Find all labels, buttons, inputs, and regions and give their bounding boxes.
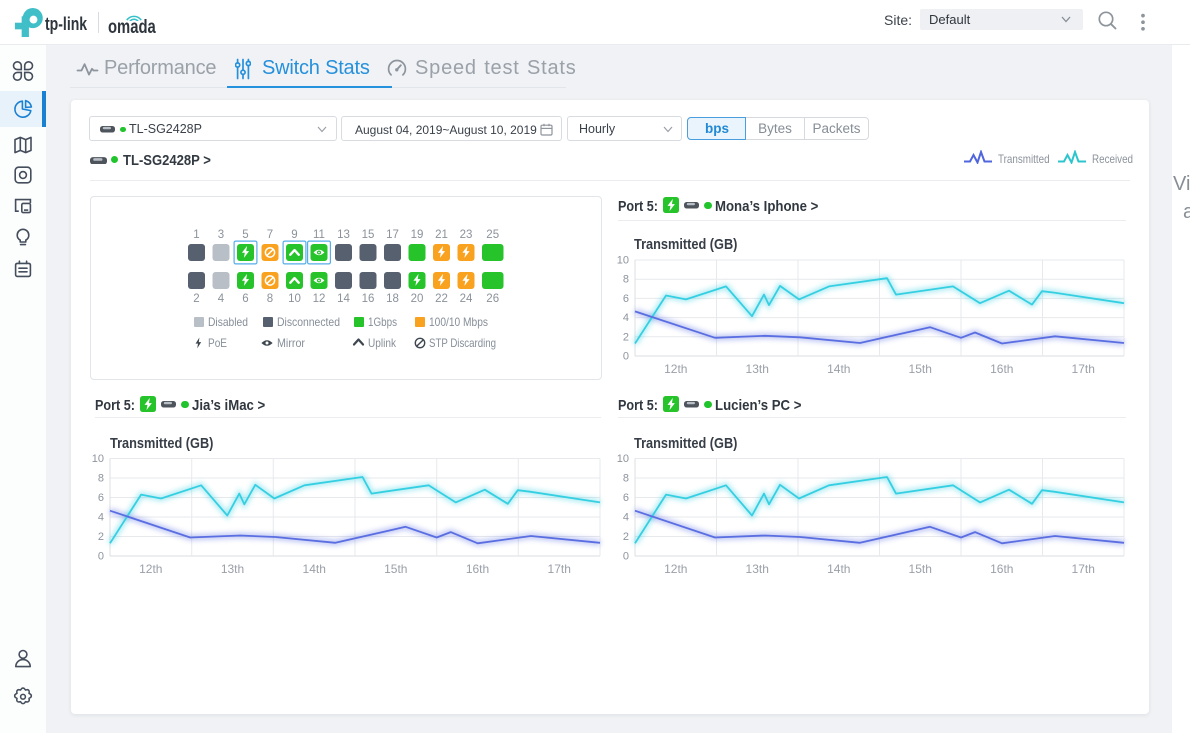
svg-text:8: 8 xyxy=(98,473,104,485)
svg-text:15: 15 xyxy=(362,229,375,241)
svg-text:PoE: PoE xyxy=(208,336,227,350)
svg-text:19: 19 xyxy=(411,229,424,241)
svg-text:1Gbps: 1Gbps xyxy=(368,315,397,329)
svg-text:0: 0 xyxy=(623,351,629,363)
svg-text:10: 10 xyxy=(617,255,629,267)
svg-text:13th: 13th xyxy=(221,562,244,576)
svg-text:13th: 13th xyxy=(746,362,769,376)
svg-text:2: 2 xyxy=(98,531,104,543)
svg-text:8: 8 xyxy=(623,473,629,485)
svg-text:25: 25 xyxy=(486,229,499,241)
svg-text:9: 9 xyxy=(291,229,297,241)
svg-text:16: 16 xyxy=(362,293,375,305)
svg-text:10: 10 xyxy=(617,453,629,465)
svg-text:0: 0 xyxy=(98,551,104,563)
svg-text:20: 20 xyxy=(411,293,424,305)
svg-text:18: 18 xyxy=(386,293,399,305)
svg-text:6: 6 xyxy=(98,492,104,504)
svg-text:15th: 15th xyxy=(909,562,932,576)
svg-text:STP Discarding: STP Discarding xyxy=(429,336,496,350)
svg-text:13th: 13th xyxy=(746,562,769,576)
svg-text:14th: 14th xyxy=(827,562,850,576)
svg-text:1: 1 xyxy=(193,229,199,241)
svg-text:6: 6 xyxy=(242,293,248,305)
svg-text:4: 4 xyxy=(623,512,629,524)
svg-text:14: 14 xyxy=(337,293,350,305)
svg-text:23: 23 xyxy=(460,229,473,241)
svg-text:15th: 15th xyxy=(384,562,407,576)
svg-text:22: 22 xyxy=(435,293,448,305)
svg-text:12th: 12th xyxy=(664,562,687,576)
svg-text:Disabled: Disabled xyxy=(208,315,248,329)
svg-text:2: 2 xyxy=(623,331,629,343)
svg-text:16th: 16th xyxy=(466,562,489,576)
svg-text:2: 2 xyxy=(623,531,629,543)
svg-text:16th: 16th xyxy=(990,362,1013,376)
svg-text:17th: 17th xyxy=(1072,362,1095,376)
svg-text:4: 4 xyxy=(98,512,104,524)
svg-text:Mirror: Mirror xyxy=(277,336,305,350)
svg-text:16th: 16th xyxy=(990,562,1013,576)
svg-text:15th: 15th xyxy=(909,362,932,376)
svg-text:4: 4 xyxy=(623,312,629,324)
svg-text:24: 24 xyxy=(460,293,473,305)
svg-text:12th: 12th xyxy=(139,562,162,576)
svg-text:3: 3 xyxy=(218,229,224,241)
svg-text:12th: 12th xyxy=(664,362,687,376)
svg-text:12: 12 xyxy=(313,293,326,305)
svg-text:5: 5 xyxy=(242,229,248,241)
svg-text:Uplink: Uplink xyxy=(368,336,397,350)
svg-text:7: 7 xyxy=(267,229,273,241)
svg-text:26: 26 xyxy=(486,293,499,305)
svg-text:6: 6 xyxy=(623,492,629,504)
svg-text:0: 0 xyxy=(623,551,629,563)
svg-text:10: 10 xyxy=(288,293,301,305)
svg-text:17th: 17th xyxy=(548,562,571,576)
svg-text:17: 17 xyxy=(386,229,399,241)
svg-text:100/10 Mbps: 100/10 Mbps xyxy=(429,315,488,329)
svg-text:14th: 14th xyxy=(827,362,850,376)
svg-text:11: 11 xyxy=(313,229,325,241)
svg-text:8: 8 xyxy=(267,293,273,305)
svg-text:2: 2 xyxy=(193,293,199,305)
svg-text:21: 21 xyxy=(435,229,448,241)
svg-text:6: 6 xyxy=(623,293,629,305)
svg-text:10: 10 xyxy=(92,453,104,465)
svg-text:14th: 14th xyxy=(303,562,326,576)
svg-text:17th: 17th xyxy=(1072,562,1095,576)
svg-text:8: 8 xyxy=(623,274,629,286)
svg-text:13: 13 xyxy=(337,229,350,241)
svg-text:4: 4 xyxy=(218,293,225,305)
svg-text:Disconnected: Disconnected xyxy=(277,315,340,329)
